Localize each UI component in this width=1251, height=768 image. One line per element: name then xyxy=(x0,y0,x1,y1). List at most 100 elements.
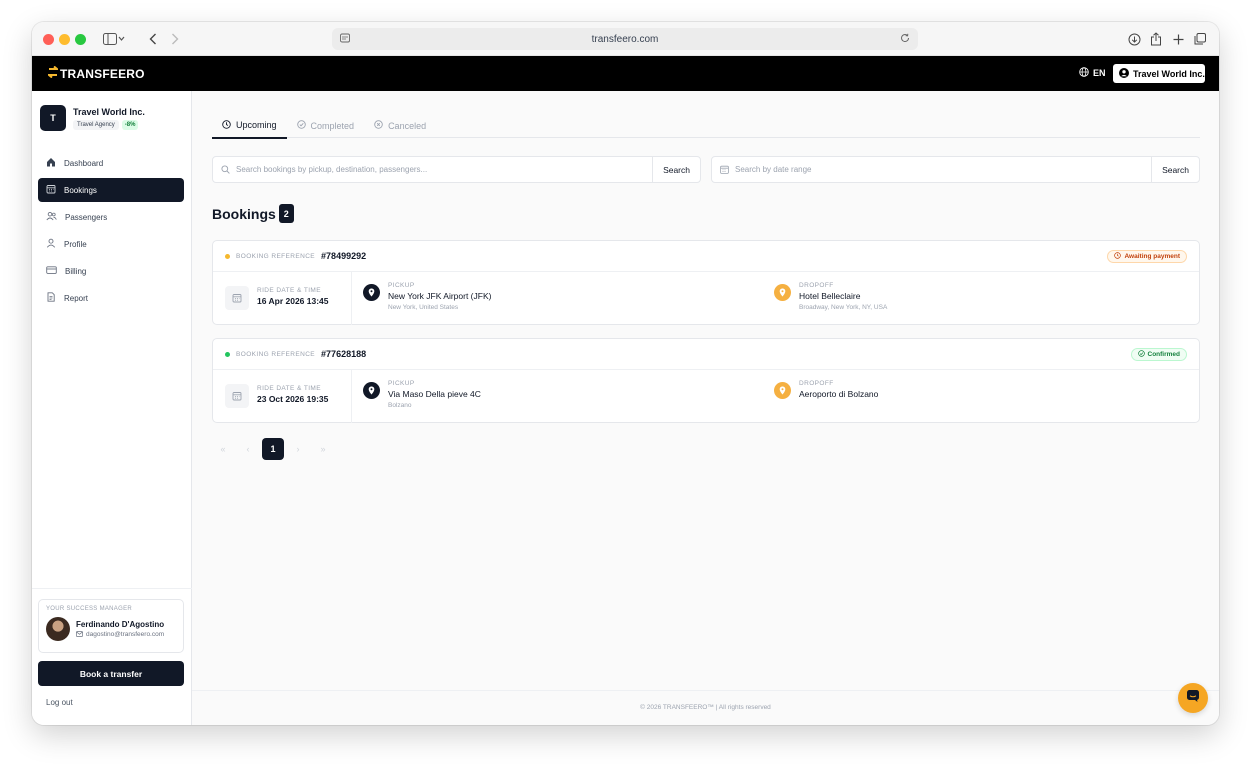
dropoff-label: DROPOFF xyxy=(799,380,834,387)
back-icon[interactable] xyxy=(146,31,160,47)
pickup-label: PICKUP xyxy=(388,380,415,387)
chat-button[interactable] xyxy=(1178,683,1208,713)
clock-icon xyxy=(1114,252,1122,261)
dropoff-name: Aeroporto di Bolzano xyxy=(799,389,879,399)
calendar-icon xyxy=(46,184,56,196)
booking-reference: #77628188 xyxy=(321,349,367,359)
divider xyxy=(351,272,352,325)
booking-card[interactable]: BOOKING REFERENCE #78499292 Awaiting pay… xyxy=(212,240,1200,325)
page-settings-icon[interactable] xyxy=(340,33,350,46)
download-icon[interactable] xyxy=(1127,31,1141,47)
home-icon xyxy=(46,157,56,169)
logout-link[interactable]: Log out xyxy=(46,698,73,707)
sidebar-item-billing[interactable]: Billing xyxy=(38,259,184,283)
dropoff-name: Hotel Belleclaire xyxy=(799,291,861,301)
ride-date-label: RIDE DATE & TIME xyxy=(257,385,321,392)
ride-datetime: 23 Oct 2026 19:35 xyxy=(257,394,329,404)
sidebar-item-passengers[interactable]: Passengers xyxy=(38,205,184,229)
sidebar-item-label: Profile xyxy=(64,239,87,249)
discount-badge: -8% xyxy=(121,120,139,130)
dropoff-pin-icon xyxy=(774,284,791,301)
status-text: Awaiting payment xyxy=(1124,253,1180,260)
manager-email-link[interactable]: dagostino@transfeero.com xyxy=(76,630,164,639)
pagination: « ‹ 1 › » xyxy=(212,438,337,460)
sidebar-item-label: Dashboard xyxy=(64,158,104,168)
book-transfer-button[interactable]: Book a transfer xyxy=(38,661,184,686)
minimize-window-button[interactable] xyxy=(59,34,70,45)
booking-reference-label: BOOKING REFERENCE xyxy=(236,350,316,358)
pickup-pin-icon xyxy=(363,382,380,399)
tab-overview-icon[interactable] xyxy=(1193,31,1207,47)
user-circle-icon xyxy=(1119,67,1129,80)
date-range-input[interactable] xyxy=(729,157,1152,182)
address-bar[interactable]: transfeero.com xyxy=(332,28,918,50)
browser-toolbar: transfeero.com xyxy=(32,22,1219,56)
chat-icon xyxy=(1186,689,1200,708)
next-page-button[interactable]: › xyxy=(287,438,309,460)
search-button[interactable]: Search xyxy=(652,157,700,182)
last-page-button[interactable]: » xyxy=(312,438,334,460)
pickup-location: PICKUP New York JFK Airport (JFK) New Yo… xyxy=(388,282,491,311)
footer-text: © 2026 TRANSFEERO™ | All rights reserved xyxy=(640,704,771,711)
sidebar-item-label: Report xyxy=(64,293,89,303)
maximize-window-button[interactable] xyxy=(75,34,86,45)
search-input[interactable] xyxy=(230,157,653,182)
check-circle-icon xyxy=(1137,350,1145,359)
main-content: Upcoming Completed Canceled Search Searc… xyxy=(192,91,1219,725)
date-range-search: Search xyxy=(711,156,1200,183)
sidebar-item-bookings[interactable]: Bookings xyxy=(38,178,184,202)
dropoff-pin-icon xyxy=(774,382,791,399)
status-badge: Awaiting payment xyxy=(1107,250,1187,263)
brand-mark-icon xyxy=(46,65,60,81)
tab-upcoming[interactable]: Upcoming xyxy=(212,113,287,139)
app-header: TRANSFEERO EN Travel World Inc. xyxy=(32,56,1219,91)
pickup-pin-icon xyxy=(363,284,380,301)
account-button[interactable]: Travel World Inc. xyxy=(1113,64,1205,83)
users-icon xyxy=(46,211,57,223)
sidebar-nav: Dashboard Bookings Passengers Profile Bi… xyxy=(38,151,184,313)
organization-card: T Travel World Inc. Travel Agency -8% xyxy=(40,105,145,131)
brand-logo[interactable]: TRANSFEERO xyxy=(46,65,145,81)
sidebar-item-report[interactable]: Report xyxy=(38,286,184,310)
booking-reference-label: BOOKING REFERENCE xyxy=(236,252,316,260)
url-text: transfeero.com xyxy=(591,33,659,45)
booking-card[interactable]: BOOKING REFERENCE #77628188 Confirmed RI… xyxy=(212,338,1200,423)
globe-icon xyxy=(1079,67,1089,79)
footer-divider xyxy=(192,690,1219,691)
sidebar-item-dashboard[interactable]: Dashboard xyxy=(38,151,184,175)
prev-page-button[interactable]: ‹ xyxy=(237,438,259,460)
page-button-current[interactable]: 1 xyxy=(262,438,284,460)
tab-completed[interactable]: Completed xyxy=(287,113,365,138)
ride-date-label: RIDE DATE & TIME xyxy=(257,287,321,294)
first-page-button[interactable]: « xyxy=(212,438,234,460)
search-icon xyxy=(221,165,230,174)
document-icon xyxy=(46,292,56,304)
close-window-button[interactable] xyxy=(43,34,54,45)
tab-canceled[interactable]: Canceled xyxy=(364,113,436,138)
sidebar-toggle-icon[interactable] xyxy=(102,31,126,47)
sidebar-item-label: Bookings xyxy=(64,185,97,195)
status-badge: Confirmed xyxy=(1130,348,1187,361)
share-icon[interactable] xyxy=(1149,31,1163,47)
dropoff-location: DROPOFF Aeroporto di Bolzano xyxy=(799,380,878,399)
tab-label: Canceled xyxy=(388,120,427,131)
calendar-icon xyxy=(225,286,249,310)
forward-icon[interactable] xyxy=(168,31,182,47)
dropoff-detail: Broadway, New York, NY, USA xyxy=(799,304,888,311)
pickup-detail: Bolzano xyxy=(388,402,412,409)
new-tab-icon[interactable] xyxy=(1171,31,1185,47)
reload-icon[interactable] xyxy=(900,33,910,46)
sidebar-item-profile[interactable]: Profile xyxy=(38,232,184,256)
x-circle-icon xyxy=(374,120,383,131)
language-selector[interactable]: EN xyxy=(1079,67,1106,79)
manager-name: Ferdinando D'Agostino xyxy=(76,619,165,629)
page-title: Bookings 2 xyxy=(212,204,294,223)
org-avatar: T xyxy=(40,105,66,131)
bookings-count-badge: 2 xyxy=(278,204,294,223)
date-search-button[interactable]: Search xyxy=(1151,157,1199,182)
calendar-icon xyxy=(720,165,729,174)
account-label: Travel World Inc. xyxy=(1133,68,1205,79)
pickup-name: New York JFK Airport (JFK) xyxy=(388,291,492,301)
status-text: Confirmed xyxy=(1147,351,1181,358)
booking-tabs: Upcoming Completed Canceled xyxy=(212,113,1200,139)
